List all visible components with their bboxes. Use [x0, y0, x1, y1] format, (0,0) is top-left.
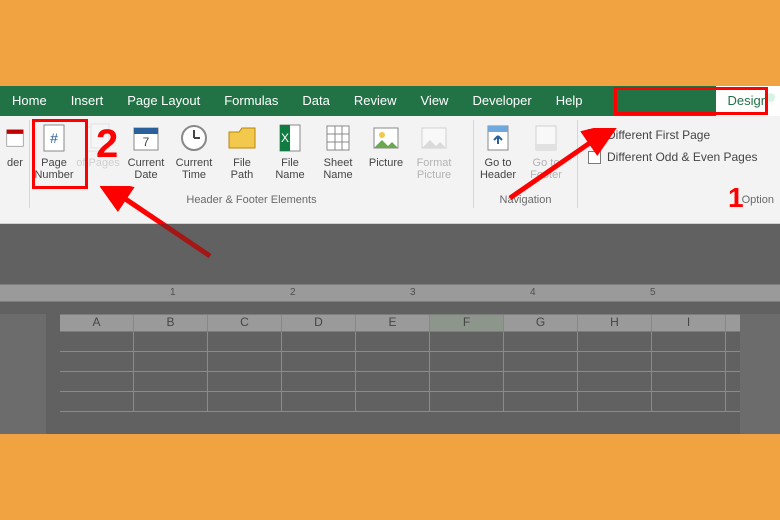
format-picture-label: Format Picture [417, 157, 452, 181]
number-of-pages-label: of Pages [76, 157, 119, 169]
file-path-button[interactable]: File Path [218, 120, 266, 181]
picture-icon [370, 122, 402, 154]
group-header-footer: der [0, 120, 30, 208]
clock-icon [178, 122, 210, 154]
calendar-icon: 7 [130, 122, 162, 154]
dim-overlay [0, 224, 780, 434]
svg-text:X: X [281, 131, 289, 145]
group-hf-elements: # Page Number of Pages 7 Current Date Cu… [30, 120, 474, 208]
go-to-header-icon [482, 122, 514, 154]
different-odd-even-checkbox[interactable]: Different Odd & Even Pages [588, 150, 758, 164]
svg-text:#: # [50, 130, 58, 146]
tab-home[interactable]: Home [0, 86, 59, 116]
header-button[interactable]: der [2, 120, 28, 169]
go-to-header-button[interactable]: Go to Header [474, 120, 522, 181]
current-date-button[interactable]: 7 Current Date [122, 120, 170, 181]
page-number-button[interactable]: # Page Number [30, 120, 78, 181]
format-picture-button[interactable]: Format Picture [410, 120, 458, 181]
sheet-icon [322, 122, 354, 154]
file-path-label: File Path [231, 157, 254, 181]
current-date-label: Current Date [128, 157, 165, 181]
file-name-label: File Name [275, 157, 304, 181]
format-picture-icon [418, 122, 450, 154]
header-icon [4, 122, 26, 154]
picture-label: Picture [369, 157, 403, 169]
group-options-label: Option [578, 194, 780, 208]
page-number-icon: # [38, 122, 70, 154]
file-name-button[interactable]: X File Name [266, 120, 314, 181]
group-hf-label [0, 194, 29, 208]
group-navigation: Go to Header Go to Footer Navigation [474, 120, 578, 208]
go-to-footer-button[interactable]: Go to Footer [522, 120, 570, 181]
go-to-footer-label: Go to Footer [530, 157, 562, 181]
different-odd-even-label: Different Odd & Even Pages [607, 150, 758, 164]
sheet-name-label: Sheet Name [323, 157, 352, 181]
excel-file-icon: X [274, 122, 306, 154]
checkbox-icon [588, 151, 601, 164]
sheet-name-button[interactable]: Sheet Name [314, 120, 362, 181]
group-options: Different First Page Different Odd & Eve… [578, 120, 780, 208]
tab-insert[interactable]: Insert [59, 86, 116, 116]
tab-review[interactable]: Review [342, 86, 409, 116]
go-to-header-label: Go to Header [480, 157, 516, 181]
svg-text:7: 7 [143, 135, 150, 149]
ribbon: der # Page Number of Pages [0, 116, 780, 224]
page-number-label: Page Number [34, 157, 73, 181]
different-first-page-checkbox[interactable]: Different First Page [588, 128, 758, 142]
tab-page-layout[interactable]: Page Layout [115, 86, 212, 116]
current-time-button[interactable]: Current Time [170, 120, 218, 181]
lightbulb-icon [764, 92, 778, 106]
tab-help[interactable]: Help [544, 86, 595, 116]
tab-formulas[interactable]: Formulas [212, 86, 290, 116]
group-elements-label: Header & Footer Elements [30, 194, 473, 208]
tab-view[interactable]: View [409, 86, 461, 116]
checkbox-icon [588, 129, 601, 142]
group-navigation-label: Navigation [474, 194, 577, 208]
app-window: Home Insert Page Layout Formulas Data Re… [0, 86, 780, 434]
number-of-pages-icon [82, 122, 114, 154]
folder-icon [226, 122, 258, 154]
number-of-pages-button[interactable]: of Pages [74, 120, 122, 169]
different-first-page-label: Different First Page [607, 128, 710, 142]
picture-button[interactable]: Picture [362, 120, 410, 169]
ribbon-tabstrip: Home Insert Page Layout Formulas Data Re… [0, 86, 780, 116]
tab-developer[interactable]: Developer [460, 86, 543, 116]
current-time-label: Current Time [176, 157, 213, 181]
header-button-label: der [7, 157, 23, 169]
tab-data[interactable]: Data [290, 86, 341, 116]
go-to-footer-icon [530, 122, 562, 154]
